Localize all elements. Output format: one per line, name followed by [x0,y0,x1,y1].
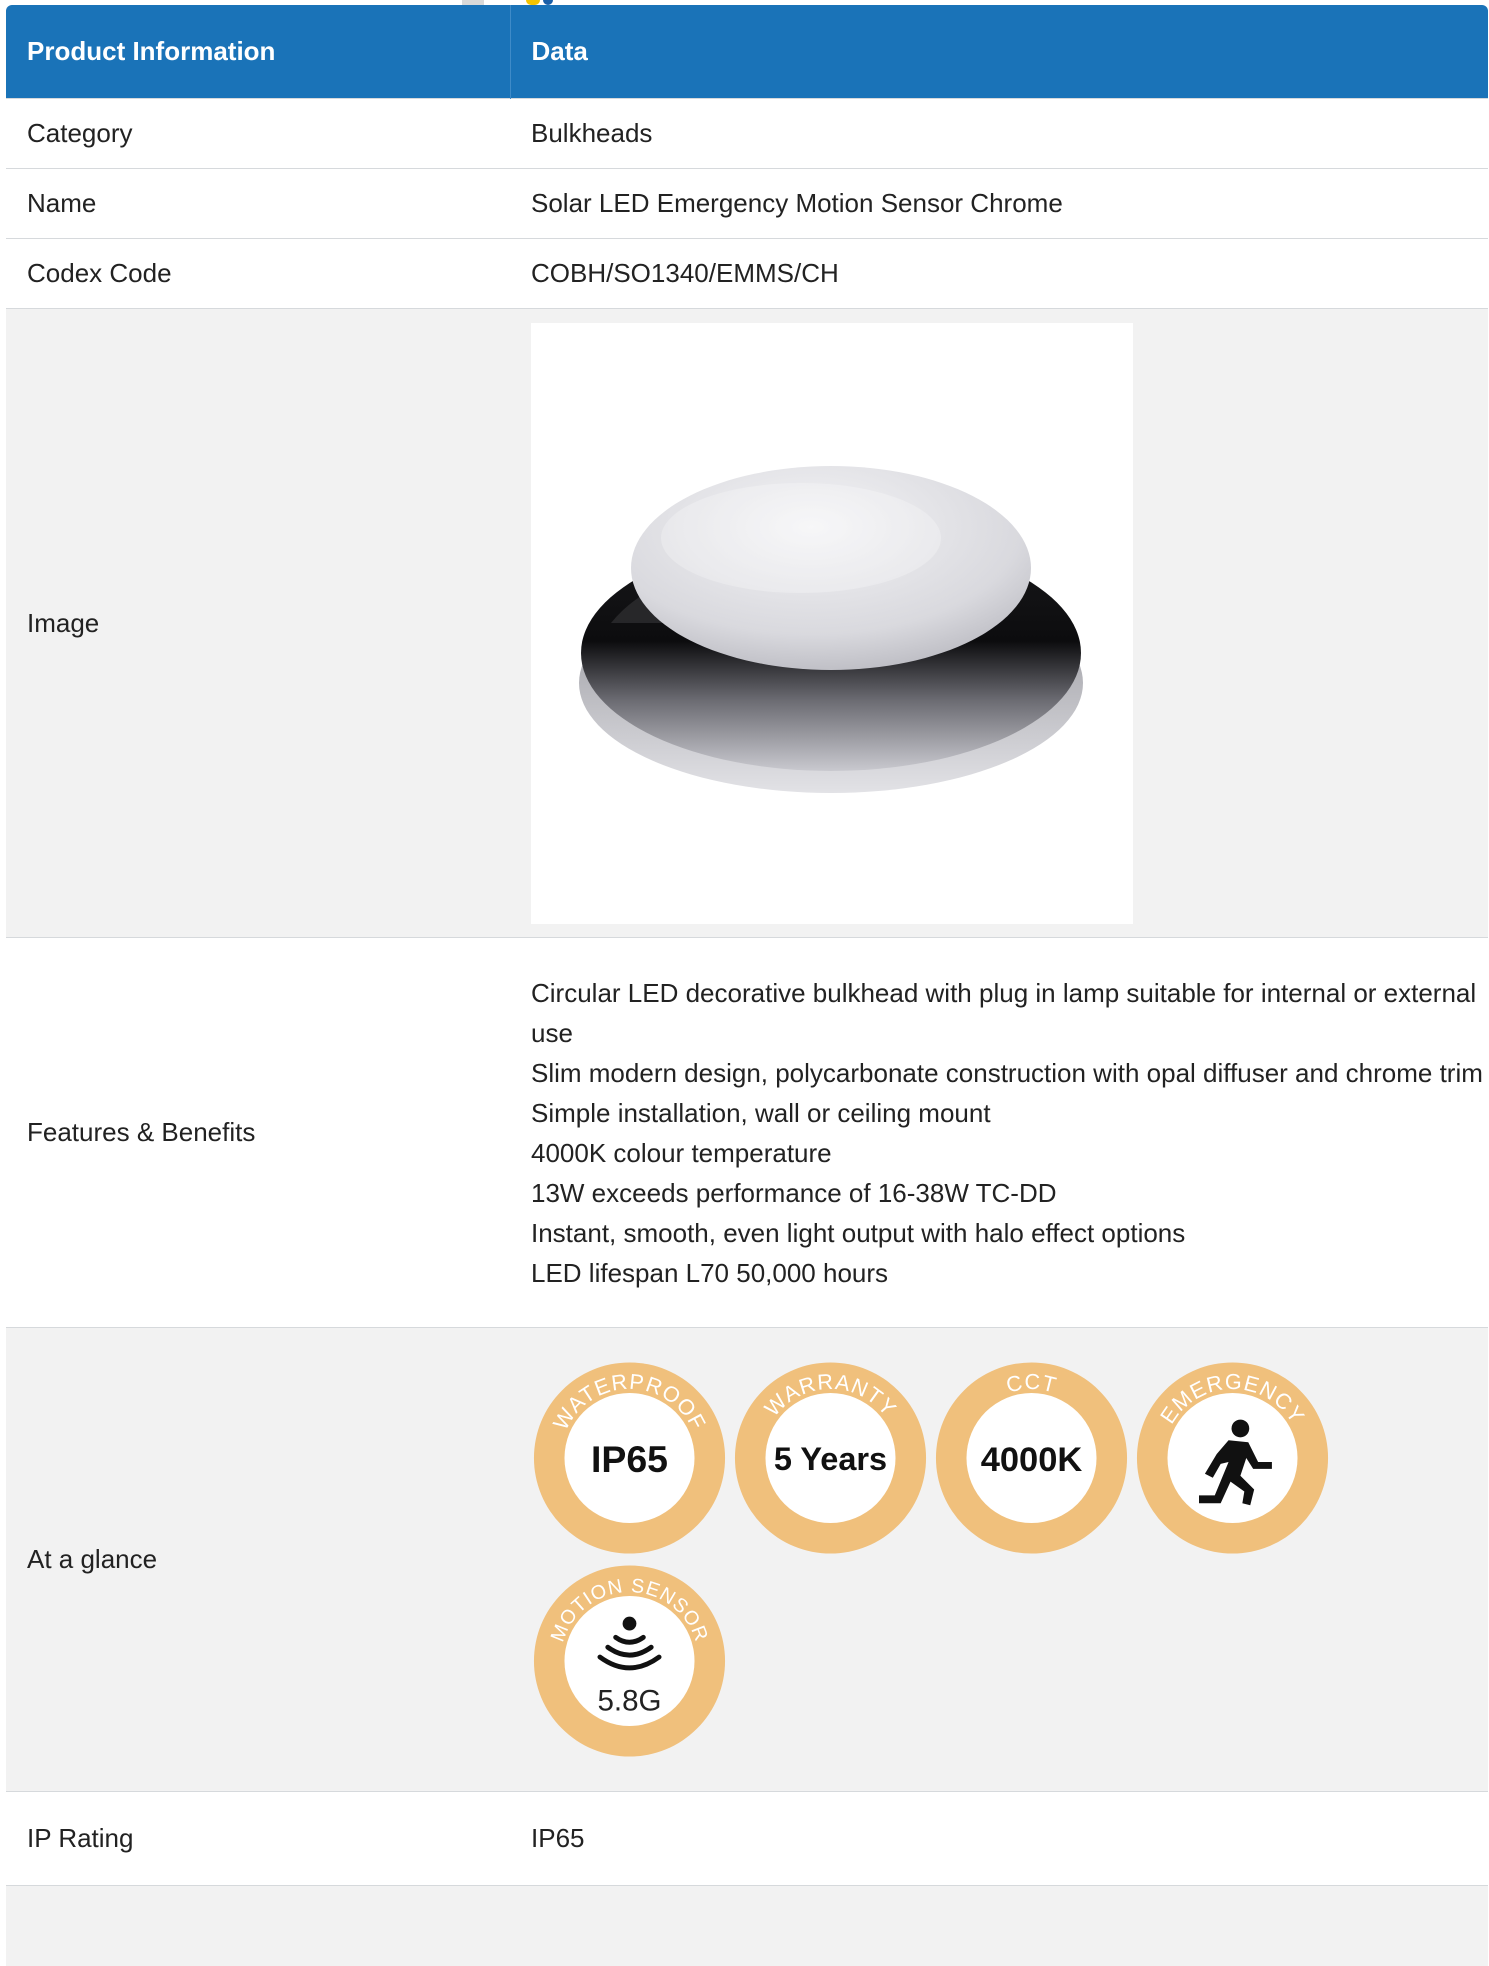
row-label: Name [6,169,510,239]
emergency-badge: EMERGENCY [1134,1358,1331,1558]
feature-item: Simple installation, wall or ceiling mou… [531,1093,1488,1133]
badge-center-text: 5.8G [597,1684,661,1717]
badge-center-text: 4000K [981,1441,1083,1479]
row-label: Features & Benefits [6,938,510,1328]
feature-item: 13W exceeds performance of 16-38W TC-DD [531,1173,1488,1213]
feature-item: Instant, smooth, even light output with … [531,1213,1488,1253]
table-row-name: Name Solar LED Emergency Motion Sensor C… [6,169,1488,239]
row-value: IP65 [510,1792,1488,1886]
table-header-row: Product Information Data [6,5,1488,99]
header-product-information: Product Information [6,5,510,99]
row-label: At a glance [6,1328,510,1792]
table-row-codex-code: Codex Code COBH/SO1340/EMMS/CH [6,239,1488,309]
feature-item: LED lifespan L70 50,000 hours [531,1253,1488,1293]
row-label: Category [6,99,510,169]
badge-arc-text: CCT [1004,1369,1060,1398]
row-label: Image [6,309,510,938]
row-value: WATERPROOF IP65 WARRANTY [510,1328,1488,1792]
badge-center-text: IP65 [591,1438,668,1480]
feature-item: Circular LED decorative bulkhead with pl… [531,973,1488,1053]
waterproof-badge: WATERPROOF IP65 [531,1358,728,1558]
feature-item: 4000K colour temperature [531,1133,1488,1173]
bulkhead-light-image [531,323,1133,924]
table-row-category: Category Bulkheads [6,99,1488,169]
row-label: IP Rating [6,1792,510,1886]
svg-text:CCT: CCT [1004,1369,1060,1398]
row-value [510,309,1488,938]
row-value: COBH/SO1340/EMMS/CH [510,239,1488,309]
product-info-table: Product Information Data Category Bulkhe… [6,5,1488,1966]
table-row-image: Image [6,309,1488,938]
badge-center-text: 5 Years [774,1441,887,1477]
row-value: Bulkheads [510,99,1488,169]
cct-badge: CCT 4000K [933,1358,1130,1558]
row-value: Circular LED decorative bulkhead with pl… [510,938,1488,1328]
table-row-partial [6,1886,1488,1966]
features-list: Circular LED decorative bulkhead with pl… [531,973,1488,1293]
row-label: Codex Code [6,239,510,309]
badge-group: WATERPROOF IP65 WARRANTY [531,1358,1431,1761]
product-photo[interactable] [531,323,1133,924]
feature-item: Slim modern design, polycarbonate constr… [531,1053,1488,1093]
table-row-ip-rating: IP Rating IP65 [6,1792,1488,1886]
row-value: Solar LED Emergency Motion Sensor Chrome [510,169,1488,239]
table-row-at-a-glance: At a glance WATERPROOF IP65 [6,1328,1488,1792]
warranty-badge: WARRANTY 5 Years [732,1358,929,1558]
table-row-features: Features & Benefits Circular LED decorat… [6,938,1488,1328]
header-data: Data [510,5,1488,99]
motion-sensor-badge: MOTION SENSOR 5.8G [531,1561,728,1761]
